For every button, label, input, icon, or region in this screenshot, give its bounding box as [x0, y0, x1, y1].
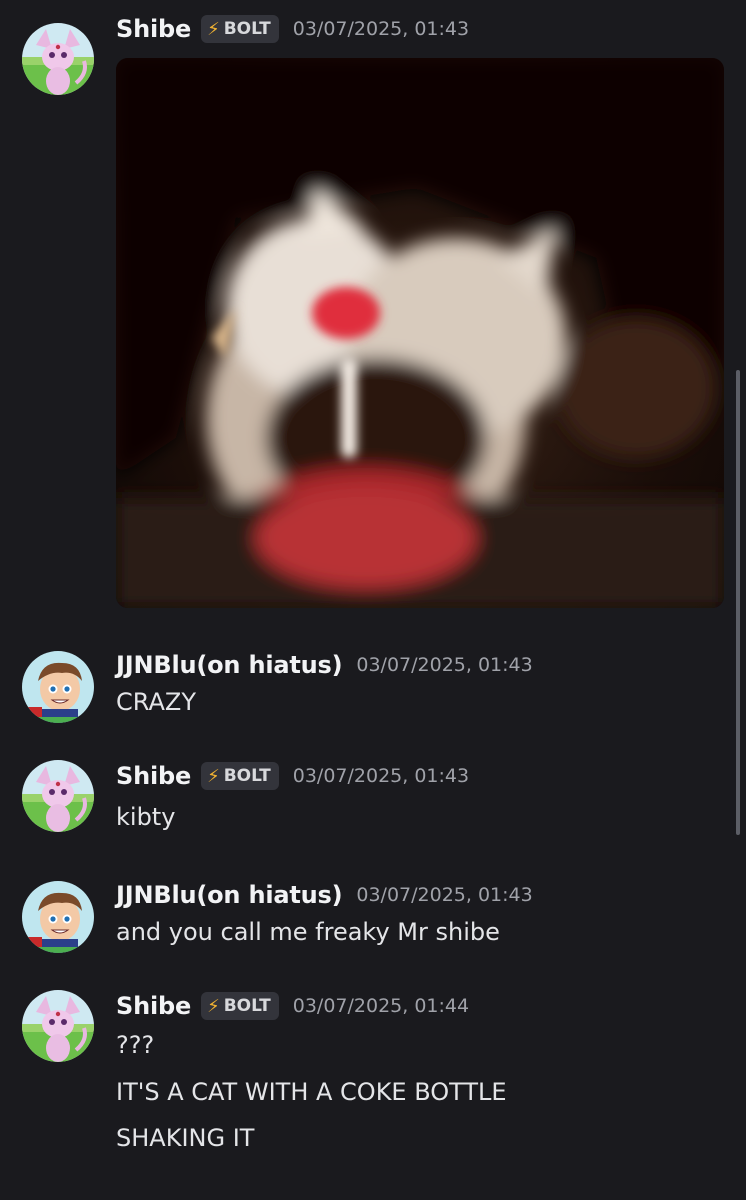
avatar-shibe[interactable] [22, 23, 94, 95]
message-header: JJNBlu(on hiatus) 03/07/2025, 01:43 [116, 651, 533, 679]
espeon-avatar-icon [22, 990, 94, 1062]
username[interactable]: Shibe [116, 992, 191, 1020]
lightning-bolt-icon: ⚡ [207, 995, 220, 1017]
jjnblu-avatar-icon [22, 651, 94, 723]
message-header: Shibe ⚡ BOLT 03/07/2025, 01:43 [116, 762, 469, 790]
timestamp: 03/07/2025, 01:43 [292, 18, 470, 40]
message-text: ??? [116, 1031, 155, 1059]
message-text: and you call me freaky Mr shibe [116, 918, 500, 946]
username[interactable]: JJNBlu(on hiatus) [116, 881, 343, 909]
message-text: kibty [116, 803, 176, 831]
server-tag-badge[interactable]: ⚡ BOLT [201, 992, 279, 1020]
scrollbar[interactable] [736, 370, 740, 835]
avatar-shibe[interactable] [22, 760, 94, 832]
gif-attachment[interactable] [116, 58, 724, 608]
server-tag-badge[interactable]: ⚡ BOLT [201, 762, 279, 790]
username[interactable]: Shibe [116, 762, 191, 790]
jjnblu-avatar-icon [22, 881, 94, 953]
timestamp: 03/07/2025, 01:43 [356, 654, 533, 676]
message-header: Shibe ⚡ BOLT 03/07/2025, 01:43 [116, 15, 469, 43]
message-text: CRAZY [116, 688, 196, 716]
username[interactable]: Shibe [116, 15, 191, 43]
message-header: Shibe ⚡ BOLT 03/07/2025, 01:44 [116, 992, 469, 1020]
timestamp: 03/07/2025, 01:44 [292, 995, 470, 1017]
badge-label: BOLT [223, 19, 271, 39]
avatar-jjnblu[interactable] [22, 881, 94, 953]
avatar-shibe[interactable] [22, 990, 94, 1062]
message-header: JJNBlu(on hiatus) 03/07/2025, 01:43 [116, 881, 533, 909]
chat-message-list: Shibe ⚡ BOLT 03/07/2025, 01:43 JJNBlu(on… [0, 0, 746, 1200]
lightning-bolt-icon: ⚡ [207, 18, 220, 40]
espeon-avatar-icon [22, 23, 94, 95]
timestamp: 03/07/2025, 01:43 [356, 884, 533, 906]
espeon-avatar-icon [22, 760, 94, 832]
server-tag-badge[interactable]: ⚡ BOLT [201, 15, 279, 43]
lightning-bolt-icon: ⚡ [207, 765, 220, 787]
message-text: IT'S A CAT WITH A COKE BOTTLE [116, 1078, 507, 1106]
badge-label: BOLT [223, 996, 271, 1016]
avatar-jjnblu[interactable] [22, 651, 94, 723]
message-text: SHAKING IT [116, 1124, 255, 1152]
timestamp: 03/07/2025, 01:43 [292, 765, 470, 787]
username[interactable]: JJNBlu(on hiatus) [116, 651, 343, 679]
cat-gif-image [116, 58, 724, 608]
badge-label: BOLT [223, 766, 271, 786]
